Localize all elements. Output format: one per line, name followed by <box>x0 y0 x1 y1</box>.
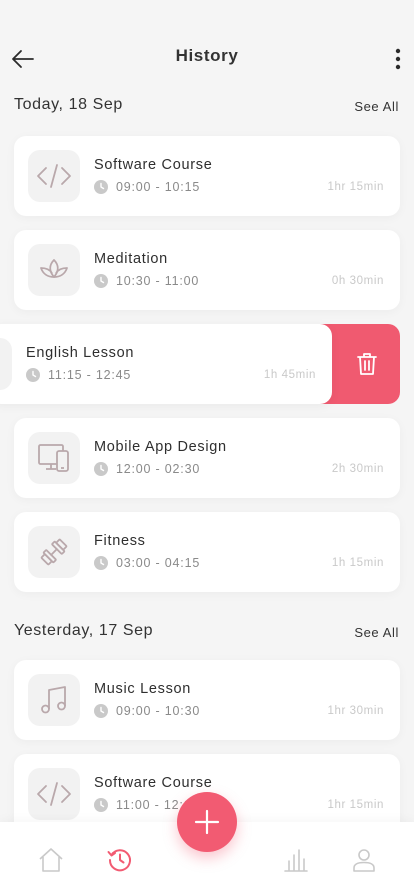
see-all-yesterday-link[interactable]: See All <box>354 625 399 640</box>
profile-icon[interactable] <box>350 846 378 874</box>
clock-icon <box>94 556 108 570</box>
item-time-row: 11:15 - 12:45 <box>26 368 131 382</box>
item-time: 09:00 - 10:15 <box>116 180 201 194</box>
page-title: History <box>175 46 239 65</box>
more-options-button[interactable] <box>388 46 408 72</box>
history-item-fitness[interactable]: Fitness 03:00 - 04:15 1h 15min <box>14 512 400 592</box>
item-duration: 2h 30min <box>331 463 384 475</box>
item-duration: 1h 45min <box>263 369 316 381</box>
section-title-today: Today, 18 Sep <box>14 96 123 113</box>
item-title: Fitness <box>94 533 146 549</box>
item-time-row: 09:00 - 10:30 <box>94 704 200 718</box>
add-icon <box>194 809 220 835</box>
item-time: 11:15 - 12:45 <box>48 368 132 382</box>
item-icon-tile <box>28 244 80 296</box>
stats-icon[interactable] <box>282 846 310 874</box>
item-title: Music Lesson <box>94 681 192 697</box>
item-icon-tile <box>28 768 80 820</box>
item-duration: 1hr 30min <box>327 705 384 717</box>
item-duration: 1hr 15min <box>327 799 384 811</box>
clock-icon <box>94 180 108 194</box>
see-all-today-link[interactable]: See All <box>354 99 399 114</box>
clock-icon <box>94 462 108 476</box>
item-title: Meditation <box>94 251 168 267</box>
lotus-icon <box>40 259 68 278</box>
history-item-english-lesson[interactable]: English Lesson 11:15 - 12:45 1h 45min <box>0 324 332 404</box>
item-time: 03:00 - 04:15 <box>116 556 201 570</box>
code-icon <box>37 164 71 188</box>
item-duration: 0h 30min <box>331 275 384 287</box>
music-note-icon <box>41 686 66 714</box>
history-icon[interactable] <box>106 846 134 874</box>
item-icon-tile <box>28 432 80 484</box>
item-duration: 1h 15min <box>331 557 384 569</box>
item-time-row: 12:00 - 02:30 <box>94 462 200 476</box>
history-item-music-lesson[interactable]: Music Lesson 09:00 - 10:30 1hr 30min <box>14 660 400 740</box>
item-title: Software Course <box>94 157 213 173</box>
item-time-row: 10:30 - 11:00 <box>94 274 199 288</box>
item-time-row: 09:00 - 10:15 <box>94 180 200 194</box>
item-title: English Lesson <box>26 345 135 361</box>
section-title-yesterday: Yesterday, 17 Sep <box>14 622 154 639</box>
item-title: Mobile App Design <box>94 439 227 455</box>
clock-icon <box>94 704 108 718</box>
book-icon <box>0 338 12 390</box>
item-title: Software Course <box>94 775 213 791</box>
clock-icon <box>94 274 108 288</box>
home-icon[interactable] <box>37 846 65 874</box>
devices-icon <box>38 444 69 472</box>
more-vertical-icon <box>395 48 401 70</box>
history-item-software-course[interactable]: Software Course 09:00 - 10:15 1hr 15min <box>14 136 400 216</box>
item-duration: 1hr 15min <box>327 181 384 193</box>
clock-icon <box>26 368 40 382</box>
item-icon-tile <box>28 526 80 578</box>
history-item-mobile-app-design[interactable]: Mobile App Design 12:00 - 02:30 2h 30min <box>14 418 400 498</box>
item-time: 10:30 - 11:00 <box>116 274 200 288</box>
history-item-meditation[interactable]: Meditation 10:30 - 11:00 0h 30min <box>14 230 400 310</box>
item-time: 12:00 - 02:30 <box>116 462 201 476</box>
dumbbell-icon <box>40 538 68 566</box>
item-icon-tile <box>28 674 80 726</box>
clock-icon <box>94 798 108 812</box>
item-icon-tile <box>28 150 80 202</box>
add-button[interactable] <box>177 792 237 852</box>
code-icon <box>37 782 71 806</box>
item-time-row: 03:00 - 04:15 <box>94 556 200 570</box>
item-time: 09:00 - 10:30 <box>116 704 201 718</box>
trash-icon <box>357 353 377 375</box>
